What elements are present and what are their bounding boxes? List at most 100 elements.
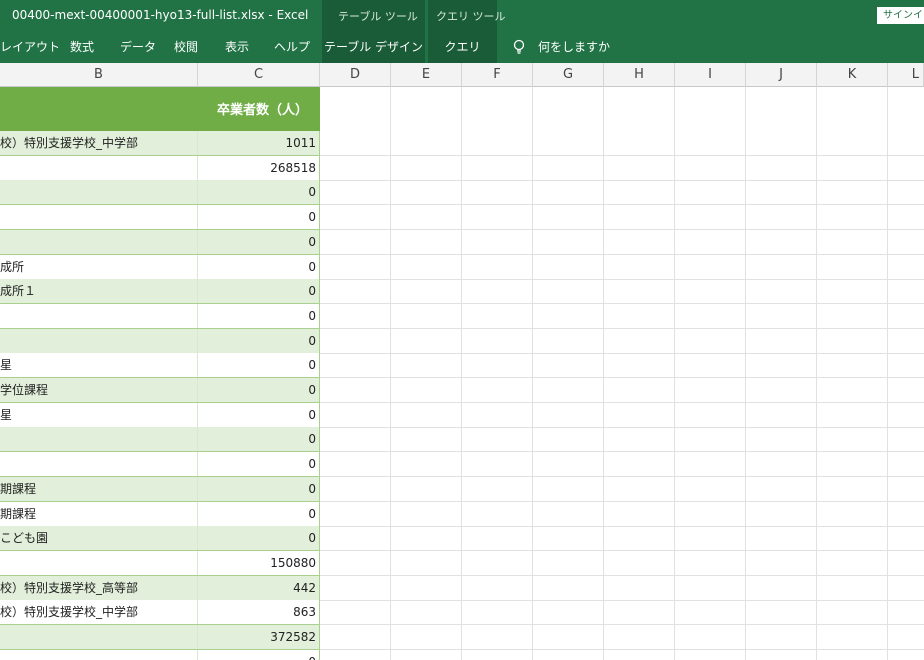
cell-graduates[interactable]: 0 (198, 526, 320, 550)
table-row: 0 (0, 180, 320, 205)
tab-query[interactable]: クエリ (428, 31, 497, 63)
tab-data[interactable]: データ (120, 31, 156, 63)
gridline (320, 575, 924, 576)
gridline (320, 204, 924, 205)
cell-graduates[interactable]: 0 (198, 279, 320, 303)
cell-graduates[interactable]: 863 (198, 600, 320, 624)
table-row: 0 (0, 650, 320, 660)
cell-graduates[interactable]: 0 (198, 205, 320, 229)
cell-category[interactable] (0, 625, 198, 649)
document-title: 00400-mext-00400001-hyo13-full-list.xlsx… (12, 8, 309, 22)
table-row: 0 (0, 205, 320, 230)
column-header-j[interactable]: J (746, 63, 817, 87)
cell-graduates[interactable]: 0 (198, 650, 320, 660)
cell-graduates[interactable]: 0 (198, 230, 320, 254)
cell-graduates[interactable]: 0 (198, 329, 320, 353)
gridline (320, 649, 924, 650)
signin-button[interactable]: サインイン (877, 7, 924, 24)
table-row: 校）特別支援学校_高等部 442 (0, 576, 320, 601)
cell-category[interactable] (0, 230, 198, 254)
cell-category[interactable]: 校）特別支援学校_中学部 (0, 131, 198, 155)
table-row: 成所 0 (0, 255, 320, 280)
tab-view[interactable]: 表示 (225, 31, 249, 63)
column-header-c[interactable]: C (198, 63, 320, 87)
table-tools-label: テーブル ツール (338, 10, 418, 23)
cell-category[interactable]: 期課程 (0, 477, 198, 501)
cell-category[interactable] (0, 650, 198, 660)
gridline (320, 402, 924, 403)
cell-category[interactable] (0, 452, 198, 476)
query-tools-group: クエリ ツール (428, 0, 506, 31)
column-header-f[interactable]: F (462, 63, 533, 87)
cell-category[interactable]: 校）特別支援学校_高等部 (0, 576, 198, 600)
cell-category[interactable]: 学位課程 (0, 378, 198, 402)
cell-graduates[interactable]: 0 (198, 255, 320, 279)
table-row: 成所１ 0 (0, 279, 320, 304)
table-row: 0 (0, 329, 320, 354)
table-row: 0 (0, 230, 320, 255)
table-tools-group: テーブル ツール (322, 0, 425, 31)
column-header-k[interactable]: K (817, 63, 888, 87)
column-header-b[interactable]: B (0, 63, 198, 87)
gridline (320, 476, 924, 477)
tab-review[interactable]: 校閲 (174, 31, 198, 63)
column-header-l[interactable]: L (888, 63, 924, 87)
cell-category[interactable] (0, 427, 198, 451)
table-row: 0 (0, 452, 320, 477)
cell-category[interactable] (0, 205, 198, 229)
column-header-g[interactable]: G (533, 63, 604, 87)
cell-graduates[interactable]: 0 (198, 353, 320, 377)
cell-graduates[interactable]: 268518 (198, 156, 320, 180)
gridline (320, 550, 924, 551)
column-header-h[interactable]: H (604, 63, 675, 87)
gridline (320, 526, 924, 527)
cell-category[interactable] (0, 156, 198, 180)
tab-table-design[interactable]: テーブル デザイン (322, 31, 425, 63)
cell-graduates[interactable]: 442 (198, 576, 320, 600)
cell-graduates[interactable]: 0 (198, 452, 320, 476)
gridline (320, 353, 924, 354)
cell-graduates[interactable]: 0 (198, 378, 320, 402)
gridline (320, 254, 924, 255)
column-header-i[interactable]: I (675, 63, 746, 87)
cell-category[interactable]: 成所１ (0, 279, 198, 303)
header-graduates-count[interactable]: 卒業者数（人） (217, 99, 308, 118)
tab-help[interactable]: ヘルプ (274, 31, 310, 63)
cell-graduates[interactable]: 1011 (198, 131, 320, 155)
column-header-e[interactable]: E (391, 63, 462, 87)
column-header-d[interactable]: D (320, 63, 391, 87)
gridline (320, 155, 924, 156)
cell-category[interactable]: 星 (0, 353, 198, 377)
cell-graduates[interactable]: 0 (198, 304, 320, 328)
tab-layout[interactable]: レイアウト (0, 31, 60, 63)
table-row: 校）特別支援学校_中学部 1011 (0, 131, 320, 156)
gridline (320, 180, 924, 181)
gridline (320, 303, 924, 304)
tab-formulas[interactable]: 数式 (70, 31, 94, 63)
ribbon-tabs: レイアウト 数式 データ 校閲 表示 ヘルプ テーブル デザイン クエリ 何をし… (0, 31, 924, 63)
gridline (320, 328, 924, 329)
title-bar: 00400-mext-00400001-hyo13-full-list.xlsx… (0, 0, 924, 31)
cell-category[interactable]: こども園 (0, 526, 198, 550)
cell-graduates[interactable]: 150880 (198, 551, 320, 575)
cell-graduates[interactable]: 0 (198, 502, 320, 526)
worksheet-grid[interactable]: 卒業者数（人） 校）特別支援学校_中学部 1011 268518 0 0 0 成所 0 成所１ 0… (0, 87, 924, 660)
cell-category[interactable]: 成所 (0, 255, 198, 279)
tell-me-label: 何をしますか (538, 40, 611, 54)
cell-category[interactable] (0, 304, 198, 328)
column-headers: B C D E F G H I J K L (0, 63, 924, 87)
cell-category[interactable]: 校）特別支援学校_中学部 (0, 600, 198, 624)
table-row: 期課程 0 (0, 477, 320, 502)
cell-category[interactable] (0, 551, 198, 575)
cell-category[interactable]: 星 (0, 403, 198, 427)
cell-category[interactable]: 期課程 (0, 502, 198, 526)
cell-category[interactable] (0, 180, 198, 204)
cell-graduates[interactable]: 372582 (198, 625, 320, 649)
cell-graduates[interactable]: 0 (198, 477, 320, 501)
gridline (320, 229, 924, 230)
table-row: 期課程 0 (0, 502, 320, 527)
cell-category[interactable] (0, 329, 198, 353)
cell-graduates[interactable]: 0 (198, 403, 320, 427)
cell-graduates[interactable]: 0 (198, 180, 320, 204)
cell-graduates[interactable]: 0 (198, 427, 320, 451)
